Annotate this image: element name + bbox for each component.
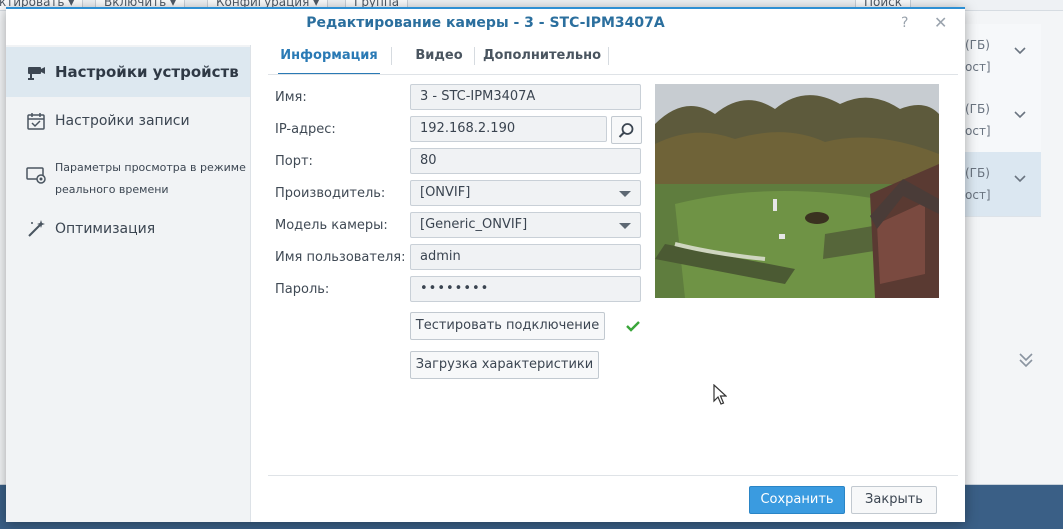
- model-label: Модель камеры:: [275, 218, 388, 233]
- dropdown-caret-icon[interactable]: [619, 191, 631, 197]
- sidebar-item-device-settings[interactable]: Настройки устройств: [6, 47, 250, 97]
- port-field[interactable]: 80: [410, 148, 641, 174]
- double-chevron-down-icon[interactable]: [1016, 350, 1036, 370]
- calendar-icon: [27, 113, 45, 130]
- model-select-value: [Generic_ONVIF]: [420, 217, 528, 232]
- password-label: Пароль:: [275, 282, 330, 297]
- tab-advanced[interactable]: Дополнительно: [478, 45, 606, 73]
- sidebar-item-label: Настройки устройств: [55, 63, 239, 81]
- sidebar-item-label: Настройки записи: [55, 113, 190, 129]
- sidebar-item-label: Оптимизация: [55, 221, 156, 237]
- footer-divider: [268, 475, 958, 476]
- chevron-down-icon[interactable]: [1013, 108, 1027, 122]
- camera-icon: [28, 67, 45, 80]
- monitor-icon: [26, 167, 46, 184]
- tab-underline: [268, 74, 958, 75]
- tab-video[interactable]: Видео: [396, 45, 482, 73]
- ip-address-field[interactable]: 192.168.2.190: [410, 116, 607, 142]
- tab-divider: [608, 47, 609, 65]
- ip-label: IP-адрес:: [275, 122, 336, 137]
- edit-camera-dialog: Редактирование камеры - 3 - STC-IPM3407A…: [6, 7, 965, 522]
- username-field[interactable]: admin: [410, 244, 641, 270]
- chevron-down-icon[interactable]: [1013, 172, 1027, 186]
- name-label: Имя:: [275, 90, 307, 105]
- password-field[interactable]: ••••••••: [410, 276, 641, 302]
- tab-divider: [474, 47, 475, 65]
- chevron-down-icon[interactable]: [1013, 44, 1027, 58]
- list-item[interactable]: (ГБ) ост]: [965, 88, 1041, 153]
- checkmark-icon: [626, 321, 640, 332]
- list-item[interactable]: (ГБ) ост]: [965, 152, 1041, 217]
- test-connection-button[interactable]: Тестировать подключение: [410, 312, 605, 340]
- vendor-label: Производитель:: [275, 186, 386, 201]
- dropdown-caret-icon[interactable]: [619, 223, 631, 229]
- vendor-select[interactable]: [ONVIF]: [410, 180, 641, 206]
- sidebar-item-record-settings[interactable]: Настройки записи: [6, 97, 250, 147]
- port-label: Порт:: [275, 154, 313, 169]
- close-icon[interactable]: ✕: [934, 13, 947, 32]
- search-icon: [618, 123, 634, 138]
- list-item[interactable]: (ГБ) ост]: [965, 24, 1041, 89]
- close-button[interactable]: Закрыть: [851, 486, 937, 514]
- camera-preview-image: [655, 84, 939, 298]
- sidebar-item-label-line2: реального времени: [55, 183, 169, 196]
- tab-bar: Информация Видео Дополнительно: [268, 45, 958, 75]
- username-label: Имя пользователя:: [275, 250, 406, 265]
- vendor-select-value: [ONVIF]: [420, 185, 471, 200]
- tab-info[interactable]: Информация: [278, 45, 380, 75]
- help-icon[interactable]: ?: [901, 15, 908, 31]
- sidebar-item-optimization[interactable]: Оптимизация: [6, 205, 250, 255]
- name-field[interactable]: 3 - STC-IPM3407A: [410, 84, 641, 110]
- dialog-title: Редактирование камеры - 3 - STC-IPM3407A: [306, 15, 665, 31]
- load-capabilities-button[interactable]: Загрузка характеристики: [410, 351, 599, 379]
- wand-icon: [28, 220, 45, 237]
- sidebar: Настройки устройств Настройки записи Пар…: [6, 45, 251, 522]
- model-select[interactable]: [Generic_ONVIF]: [410, 212, 641, 238]
- ip-search-button[interactable]: [611, 116, 642, 144]
- tab-divider: [391, 47, 392, 65]
- mouse-cursor-icon: [713, 384, 727, 405]
- sidebar-item-live-view[interactable]: Параметры просмотра в режиме реального в…: [6, 147, 250, 203]
- sidebar-item-label-line1: Параметры просмотра в режиме: [55, 161, 246, 174]
- save-button[interactable]: Сохранить: [749, 486, 845, 514]
